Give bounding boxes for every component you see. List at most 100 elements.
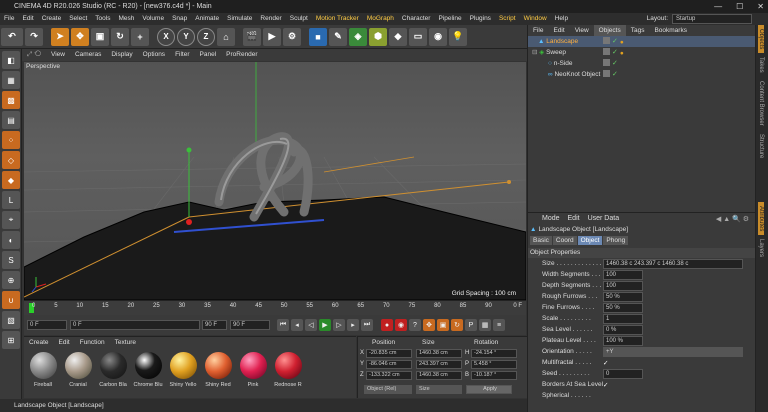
- key-scale-icon[interactable]: ▣: [437, 319, 449, 331]
- material-item[interactable]: Pink: [236, 348, 270, 388]
- viewport-menu-display[interactable]: Display: [106, 49, 137, 61]
- light-icon[interactable]: 💡: [449, 27, 467, 46]
- x-axis-lock-button[interactable]: X: [157, 27, 175, 46]
- side-tab-takes[interactable]: Takes: [758, 53, 764, 77]
- x-axis-handle[interactable]: [507, 180, 511, 184]
- material-item[interactable]: Shiny Yello: [166, 348, 200, 388]
- axis-mode-icon[interactable]: L: [2, 191, 20, 209]
- camera-icon[interactable]: ◉: [429, 27, 447, 46]
- position-y-field[interactable]: -86.046 cm: [366, 359, 412, 369]
- prop-rough-furrows-field[interactable]: 50 %: [603, 292, 643, 302]
- prop-orientation-dropdown[interactable]: +Y: [603, 347, 743, 357]
- menu-character[interactable]: Character: [398, 13, 435, 25]
- render-picture-viewer-icon[interactable]: ▶: [263, 27, 281, 46]
- object-row-n-side[interactable]: ○ n-Side ✓: [528, 58, 755, 69]
- tweak-mode-icon[interactable]: ⌖: [2, 211, 20, 229]
- min-frame-field[interactable]: 0 F: [70, 320, 200, 330]
- viewport-icons[interactable]: ⤢ ⟲: [22, 49, 46, 61]
- menu-select[interactable]: Select: [65, 13, 91, 25]
- key-param-icon[interactable]: P: [465, 319, 477, 331]
- workplane-icon[interactable]: ▤: [2, 111, 20, 129]
- axis-icon[interactable]: +: [131, 27, 149, 46]
- prop-size-field[interactable]: 1460.38 c 243.397 c 1460.38 c: [603, 259, 743, 269]
- floor-icon[interactable]: ▭: [409, 27, 427, 46]
- texture-mode-icon[interactable]: ▩: [2, 91, 20, 109]
- menu-tools[interactable]: Tools: [91, 13, 114, 25]
- max-frame-field[interactable]: 90 F: [202, 320, 227, 330]
- position-z-field[interactable]: -133.322 cm: [366, 370, 412, 380]
- edges-mode-icon[interactable]: ◇: [2, 151, 20, 169]
- z-axis-lock-button[interactable]: Z: [197, 27, 215, 46]
- play-icon[interactable]: ▶: [319, 319, 331, 331]
- keyframe-selection-icon[interactable]: ?: [409, 319, 421, 331]
- side-tab-attributes[interactable]: Attributes: [758, 202, 764, 236]
- end-frame-field[interactable]: 90 F: [230, 320, 270, 330]
- deformer-icon[interactable]: ◆: [389, 27, 407, 46]
- select-arrow-icon[interactable]: ➤: [51, 27, 69, 46]
- material-menu-texture[interactable]: Texture: [110, 337, 141, 348]
- menu-script[interactable]: Script: [495, 13, 520, 25]
- close-button[interactable]: ✕: [757, 0, 764, 13]
- menu-create[interactable]: Create: [38, 13, 66, 25]
- spline-pen-icon[interactable]: ✎: [329, 27, 347, 46]
- apply-button[interactable]: Apply: [466, 384, 512, 394]
- quantize-icon[interactable]: ⊕: [2, 271, 20, 289]
- snap-icon[interactable]: S: [2, 251, 20, 269]
- material-item[interactable]: Fireball: [26, 348, 60, 388]
- timeline-menu-icon[interactable]: ≡: [493, 319, 505, 331]
- size-z-field[interactable]: 1460.38 cm: [416, 370, 462, 380]
- size-mode-dropdown[interactable]: Size: [416, 384, 462, 394]
- material-menu-function[interactable]: Function: [75, 337, 110, 348]
- timeline-ruler[interactable]: 0 5 10 15 20 25 30 35 40 45 50 55 60 65 …: [24, 300, 526, 315]
- subdivision-surface-icon[interactable]: ◈: [349, 27, 367, 46]
- scale-icon[interactable]: ▣: [91, 27, 109, 46]
- enabled-check-icon[interactable]: ✓: [612, 70, 618, 79]
- tab-phong[interactable]: Phong: [603, 236, 629, 245]
- redo-icon[interactable]: ↷: [25, 27, 43, 46]
- render-settings-icon[interactable]: ⚙: [283, 27, 301, 46]
- material-item[interactable]: Chrome Blu: [131, 348, 165, 388]
- side-tab-structure[interactable]: Structure: [758, 130, 764, 162]
- cube-primitive-icon[interactable]: ■: [309, 27, 327, 46]
- prop-width-segments-field[interactable]: 100: [603, 270, 643, 280]
- viewport-menu-options[interactable]: Options: [138, 49, 170, 61]
- coordinate-system-icon[interactable]: ⌂: [217, 27, 235, 46]
- material-item[interactable]: Cranial: [61, 348, 95, 388]
- minimize-button[interactable]: —: [714, 0, 722, 13]
- viewport-menu-filter[interactable]: Filter: [170, 49, 194, 61]
- prev-frame-icon[interactable]: ◁: [305, 319, 317, 331]
- object-row-neoknot[interactable]: ∞ NeoKnot Object ✓: [528, 69, 755, 80]
- prop-plateau-level-field[interactable]: 100 %: [603, 336, 643, 346]
- material-menu-create[interactable]: Create: [24, 337, 54, 348]
- prop-seed-field[interactable]: 0: [603, 369, 643, 379]
- objects-menu-edit[interactable]: Edit: [548, 25, 569, 36]
- attribute-nav-icons[interactable]: ◀ ▲ 🔍 ⚙: [716, 215, 749, 223]
- objects-menu-bookmarks[interactable]: Bookmarks: [649, 25, 692, 36]
- position-x-field[interactable]: -20.835 cm: [366, 348, 412, 358]
- material-item[interactable]: Carbon Bla: [96, 348, 130, 388]
- attribute-menu-user-data[interactable]: User Data: [584, 215, 624, 222]
- viewport-menu-prorender[interactable]: ProRender: [221, 49, 262, 61]
- material-item[interactable]: Rednose R: [271, 348, 305, 388]
- menu-simulate[interactable]: Simulate: [223, 13, 256, 25]
- viewport-perspective[interactable]: Perspective Grid Spacing : 100 cm: [24, 62, 526, 300]
- key-rotation-icon[interactable]: ↻: [451, 319, 463, 331]
- prop-scale-field[interactable]: 1: [603, 314, 643, 324]
- rotation-h-field[interactable]: -24.154 °: [471, 348, 517, 358]
- menu-render[interactable]: Render: [256, 13, 285, 25]
- y-axis-lock-button[interactable]: Y: [177, 27, 195, 46]
- rotation-p-field[interactable]: 5.458 °: [471, 359, 517, 369]
- object-origin-handle[interactable]: [186, 219, 192, 225]
- record-icon[interactable]: ●: [381, 319, 393, 331]
- prop-fine-furrows-field[interactable]: 50 %: [603, 303, 643, 313]
- undo-icon[interactable]: ↶: [1, 27, 23, 46]
- viewport-solo-icon[interactable]: ◐: [2, 231, 20, 249]
- render-view-icon[interactable]: 🎬: [243, 27, 261, 46]
- rotate-icon[interactable]: ↻: [111, 27, 129, 46]
- object-row-sweep[interactable]: ⊟ ◈ Sweep ✓ ●: [528, 47, 755, 58]
- model-mode-icon[interactable]: ▦: [2, 71, 20, 89]
- size-x-field[interactable]: 1460.38 cm: [416, 348, 462, 358]
- menu-animate[interactable]: Animate: [191, 13, 223, 25]
- viewport-menu-panel[interactable]: Panel: [195, 49, 222, 61]
- size-y-field[interactable]: 243.397 cm: [416, 359, 462, 369]
